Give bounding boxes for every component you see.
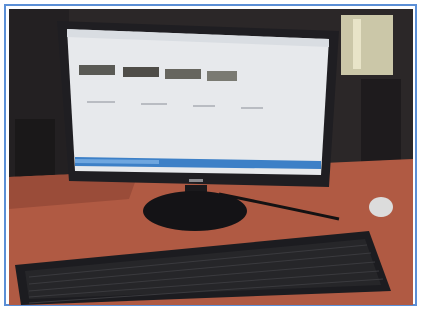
- monitor-stand-base: [143, 191, 247, 231]
- thumbnail-3: [165, 69, 201, 79]
- monitor-logo: [189, 179, 203, 182]
- thumbnail-1: [79, 65, 115, 75]
- screen-text-3: [193, 105, 215, 107]
- screen-text-2: [141, 103, 167, 105]
- photo-illustration: [9, 9, 413, 305]
- thumbnail-4: [207, 71, 237, 81]
- screen-text-1: [87, 101, 115, 103]
- window-light-strip: [353, 19, 361, 69]
- white-object: [369, 197, 393, 217]
- window-light: [341, 15, 393, 75]
- thumbnail-2: [123, 67, 159, 77]
- screen-text-4: [241, 107, 263, 109]
- photo: [9, 9, 413, 305]
